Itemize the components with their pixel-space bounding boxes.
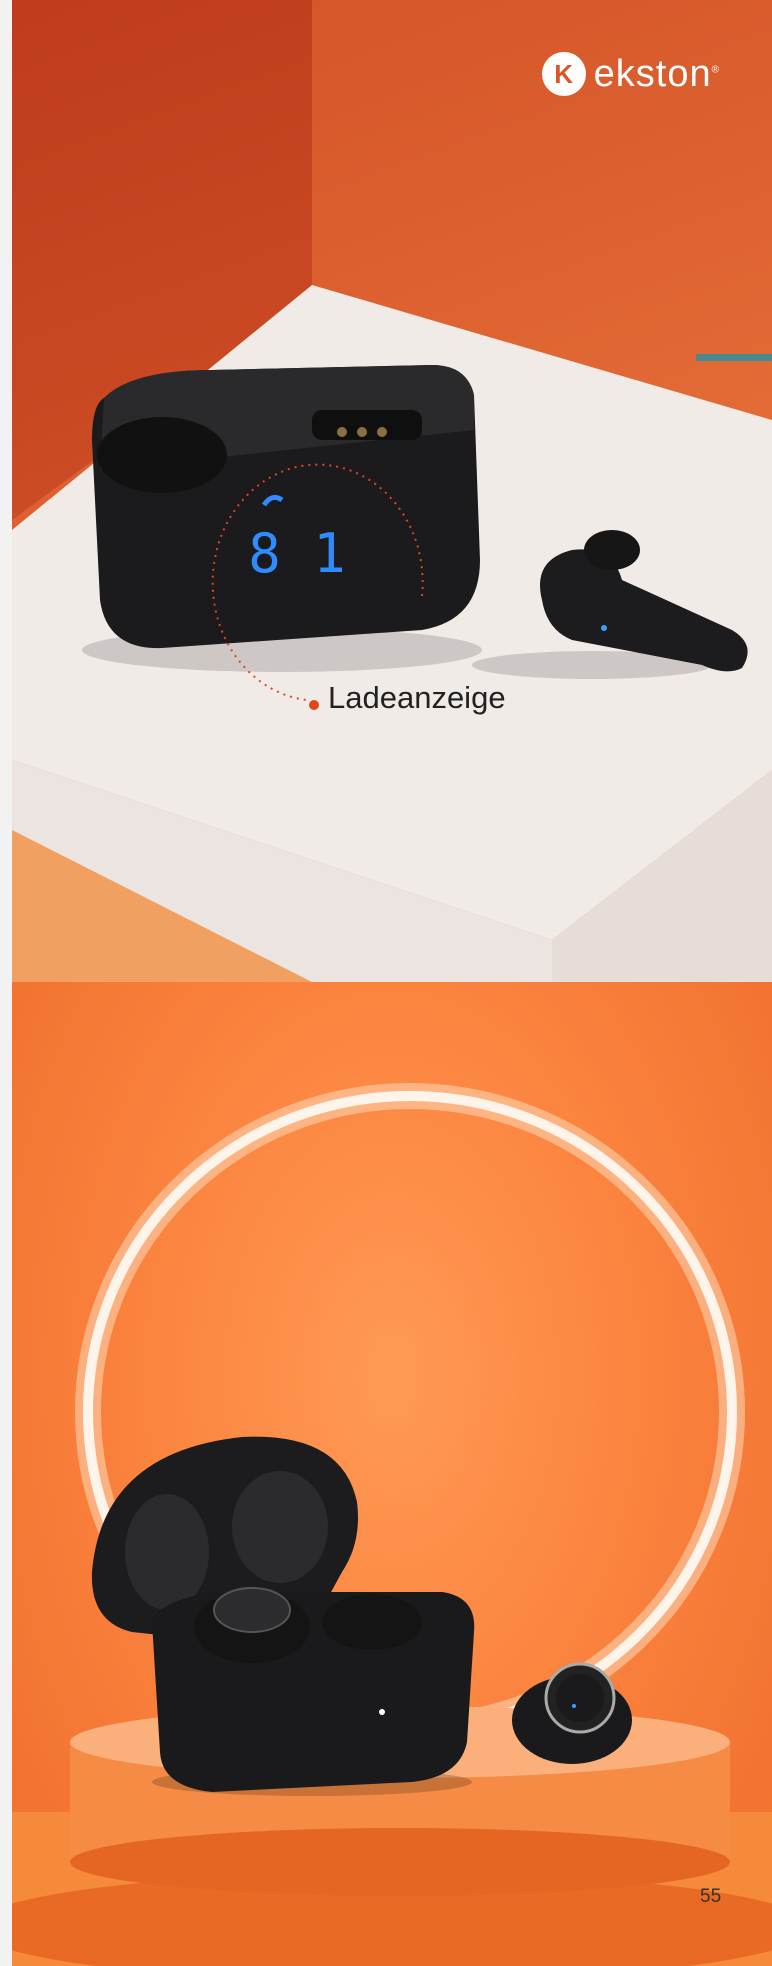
charging-case bbox=[82, 365, 482, 672]
page-number: 55 bbox=[700, 1886, 722, 1907]
accent-bar bbox=[696, 354, 772, 361]
top-product-photo: 8 1 K ekston® Ladeanzeige bbox=[12, 0, 772, 982]
brand-name: ekston® bbox=[593, 52, 720, 95]
bottom-product-photo: 55 bbox=[12, 982, 772, 1966]
callout-label: Ladeanzeige bbox=[328, 680, 506, 715]
callout-dot bbox=[309, 700, 319, 710]
bottom-scene bbox=[12, 1083, 772, 1966]
left-margin-strip bbox=[0, 0, 12, 1966]
brand-logo: K ekston® bbox=[541, 52, 720, 96]
brand-badge-icon: K bbox=[541, 52, 586, 96]
top-scene: 8 1 bbox=[12, 0, 772, 982]
round-earbud bbox=[512, 1662, 632, 1764]
battery-digits: 8 1 bbox=[248, 522, 346, 585]
